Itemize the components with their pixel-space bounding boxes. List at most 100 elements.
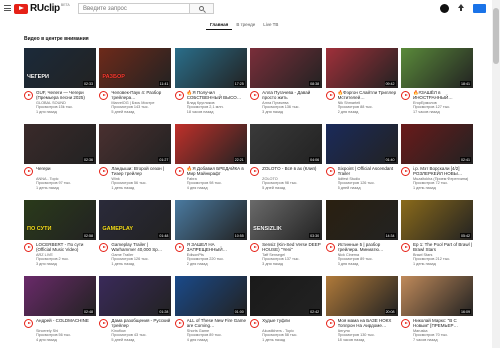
channel-avatar-icon[interactable] bbox=[99, 91, 109, 100]
video-card[interactable]: 09:42 🔥Фэргон Слайтли Триллер Мстителей… N… bbox=[325, 48, 398, 121]
channel-avatar-icon[interactable] bbox=[325, 91, 335, 100]
video-thumbnail[interactable]: 18:41 bbox=[400, 48, 473, 88]
video-card[interactable]: 01:27 Ландыши: Второй сезон | Тизер трейл… bbox=[99, 124, 172, 197]
video-title[interactable]: Sensiz (Kin-Sed Verse DEEP HOUSE) "Yeni" bbox=[262, 242, 322, 252]
video-card[interactable]: ПО СУТИ 02:58 LOCERBERT - По сути (Officia… bbox=[24, 200, 96, 273]
video-card[interactable]: 02:41 i.p. Мэт Ворскали [4/2] РОЗЛЕРКЕЙЛ … bbox=[400, 124, 473, 197]
video-title[interactable]: Sixpoint | Official Ascendant Trailer bbox=[338, 166, 398, 176]
channel-avatar-icon[interactable] bbox=[250, 91, 260, 100]
channel-avatar-icon[interactable] bbox=[99, 243, 109, 252]
video-card[interactable]: SENSIZLIK 03:30 Sensiz (Kin-Sed Verse DEEP… bbox=[250, 200, 323, 273]
video-title[interactable]: Я ЗАШЕЛ НА ЗАПРЕЩЕННЫЙ… bbox=[187, 242, 247, 252]
menu-icon[interactable] bbox=[4, 5, 11, 11]
video-thumbnail[interactable]: 01:40 bbox=[325, 124, 398, 164]
channel-avatar-icon[interactable] bbox=[174, 91, 184, 100]
video-title[interactable]: Ep 1: The Pool Part of Brawl | Brawl Sta… bbox=[413, 242, 473, 252]
video-title[interactable]: Моя мама на БАЗЕ НОКХ Топлрон На Аирдоме… bbox=[338, 318, 398, 328]
channel-avatar-icon[interactable] bbox=[400, 243, 410, 252]
video-thumbnail[interactable]: 01:27 bbox=[99, 124, 172, 164]
video-title[interactable]: 🔥#ЗАШЁЛ в ИНОСТРАННЫЙ… bbox=[413, 90, 473, 100]
video-thumbnail[interactable]: 22:21 bbox=[174, 124, 247, 164]
channel-avatar-icon[interactable] bbox=[325, 167, 335, 176]
channel-avatar-icon[interactable] bbox=[400, 319, 410, 328]
channel-avatar-icon[interactable] bbox=[24, 91, 33, 100]
video-card[interactable]: ЧЕГЕРИ 02:33 GUF, Челеги — Чегери (Премьер… bbox=[24, 48, 96, 121]
video-card[interactable]: 10:55 Я ЗАШЕЛ НА ЗАПРЕЩЕННЫЙ… EdisonPts Про… bbox=[174, 200, 247, 273]
video-title[interactable]: ZOLOTO - Всё в ах (Клип) bbox=[262, 166, 322, 176]
video-thumbnail[interactable]: 05:42 bbox=[400, 200, 473, 240]
tab-home[interactable]: Главная bbox=[206, 20, 233, 30]
video-card[interactable]: РАЗБОР 11:41 Человек-Паук 4: Разбор трейле… bbox=[99, 48, 172, 121]
video-thumbnail[interactable]: РАЗБОР 11:41 bbox=[99, 48, 172, 88]
video-title[interactable]: 🔥Фэргон Слайтли Триллер Мстителей… bbox=[338, 90, 398, 100]
video-title[interactable]: Gameplay Trailer | Warhammer 40,000 Sp… bbox=[111, 242, 171, 252]
theme-toggle-icon[interactable] bbox=[440, 4, 449, 13]
tab-trending[interactable]: В тренде bbox=[232, 20, 259, 30]
video-thumbnail[interactable]: 02:36 bbox=[24, 124, 96, 164]
scrollbar[interactable] bbox=[492, 0, 500, 348]
video-thumbnail[interactable]: 09:42 bbox=[325, 48, 398, 88]
video-title[interactable]: GUF, Челеги — Чегери (Премьера песни 202… bbox=[36, 90, 96, 100]
video-thumbnail[interactable]: 01:00 bbox=[174, 276, 247, 316]
search-button[interactable] bbox=[190, 3, 214, 14]
channel-avatar-icon[interactable] bbox=[24, 319, 33, 328]
channel-avatar-icon[interactable] bbox=[24, 167, 33, 176]
video-thumbnail[interactable]: 20:08 bbox=[325, 276, 398, 316]
video-title[interactable]: Николай Маркс: "В С Новым" [ПРЕМЬЕР… bbox=[413, 318, 473, 328]
video-card[interactable]: 02:36 Чегери ANNA - Topic Просмотров 97 тыс… bbox=[24, 124, 96, 197]
tab-live[interactable]: Live TB bbox=[259, 20, 282, 30]
video-card[interactable]: 16:09 Николай Маркс: "В С Новым" [ПРЕМЬЕР… bbox=[400, 276, 473, 348]
video-thumbnail[interactable]: 16:09 bbox=[400, 276, 473, 316]
video-thumbnail[interactable]: 02:41 bbox=[400, 124, 473, 164]
video-title[interactable]: LOCERBERT - По сути (Official Music Vide… bbox=[36, 242, 96, 252]
video-title[interactable]: Ландыши: Второй сезон | Тизер трейлер bbox=[111, 166, 171, 176]
channel-avatar-icon[interactable] bbox=[250, 319, 260, 328]
video-title[interactable]: Дама разобщения - Русский трейлер bbox=[111, 318, 171, 328]
search-input[interactable]: Введите запрос bbox=[78, 3, 190, 14]
channel-avatar-icon[interactable] bbox=[325, 319, 335, 328]
video-thumbnail[interactable]: 04:06 bbox=[250, 124, 323, 164]
channel-avatar-icon[interactable] bbox=[174, 167, 184, 176]
video-title[interactable]: Человек-Паук 4: Разбор трейлера… bbox=[111, 90, 171, 100]
channel-avatar-icon[interactable] bbox=[250, 243, 260, 252]
video-thumbnail[interactable]: 17:25 bbox=[174, 48, 247, 88]
video-thumbnail[interactable]: 01:28 bbox=[99, 276, 172, 316]
video-thumbnail[interactable]: 02:42 bbox=[250, 276, 323, 316]
video-card[interactable]: 04:06 ZOLOTO - Всё в ах (Клип) ZOLOTO Просм… bbox=[250, 124, 323, 197]
channel-avatar-icon[interactable] bbox=[400, 91, 410, 100]
video-thumbnail[interactable]: GAMEPLAY 01:48 bbox=[99, 200, 172, 240]
video-card[interactable]: 17:25 🔥Я Получил СОБСТВЕННЫЙ ВЫСО… Влад Кр… bbox=[174, 48, 247, 121]
video-title[interactable]: Чегери bbox=[36, 166, 96, 176]
video-title[interactable]: i.p. Мэт Ворскали [4/2] РОЗЛЕРКЕЙЛ НОВЫ… bbox=[413, 166, 473, 176]
video-title[interactable]: 🔥Я Получил СОБСТВЕННЫЙ ВЫСО… bbox=[187, 90, 247, 100]
channel-avatar-icon[interactable] bbox=[174, 319, 184, 328]
video-thumbnail[interactable]: ПО СУТИ 02:58 bbox=[24, 200, 96, 240]
video-title[interactable]: 🔥Я Добавил БРЕДАЙКА в Мир Майнкрафт bbox=[187, 166, 247, 176]
video-card[interactable]: 02:48 Андрей - COLDMACHINE Sincerely Shi Пр… bbox=[24, 276, 96, 348]
video-card[interactable]: 02:42 Худые туфли Akustikhers - Topic Просм… bbox=[250, 276, 323, 348]
video-card[interactable]: 08:38 Алла Пугачева - Давай просто жить Ал… bbox=[250, 48, 323, 121]
video-thumbnail[interactable]: 02:48 bbox=[24, 276, 96, 316]
video-card[interactable]: 14:34 Истинные 5 | разбор трейлера. Миниа… bbox=[325, 200, 398, 273]
upload-icon[interactable] bbox=[458, 4, 464, 12]
video-card[interactable]: 20:08 Моя мама на БАЗЕ НОКХ Топлрон На Аи… bbox=[325, 276, 398, 348]
video-card[interactable]: 05:42 Ep 1: The Pool Part of Brawl | Braw… bbox=[400, 200, 473, 273]
video-thumbnail[interactable]: 10:55 bbox=[174, 200, 247, 240]
channel-avatar-icon[interactable] bbox=[250, 167, 260, 176]
video-title[interactable]: Андрей - COLDMACHINE bbox=[36, 318, 96, 328]
channel-avatar-icon[interactable] bbox=[99, 167, 109, 176]
video-title[interactable]: Истинные 5 | разбор трейлера. Миниатю… bbox=[338, 242, 398, 252]
channel-avatar-icon[interactable] bbox=[24, 243, 33, 252]
video-card[interactable]: 22:21 🔥Я Добавил БРЕДАЙКА в Мир Майнкрафт… bbox=[174, 124, 247, 197]
login-button[interactable] bbox=[473, 4, 486, 13]
video-thumbnail[interactable]: SENSIZLIK 03:30 bbox=[250, 200, 323, 240]
video-card[interactable]: 01:00 ALL of These New Fire Game are Comi… bbox=[174, 276, 247, 348]
video-thumbnail[interactable]: ЧЕГЕРИ 02:33 bbox=[24, 48, 96, 88]
video-title[interactable]: Худые туфли bbox=[262, 318, 322, 328]
channel-avatar-icon[interactable] bbox=[174, 243, 184, 252]
video-card[interactable]: 01:40 Sixpoint | Official Ascendant Trail… bbox=[325, 124, 398, 197]
video-title[interactable]: Алла Пугачева - Давай просто жить bbox=[262, 90, 322, 100]
video-title[interactable]: ALL of These New Fire Game are Coming… bbox=[187, 318, 247, 328]
logo[interactable]: RUclip BETA bbox=[14, 3, 70, 14]
channel-avatar-icon[interactable] bbox=[99, 319, 109, 328]
